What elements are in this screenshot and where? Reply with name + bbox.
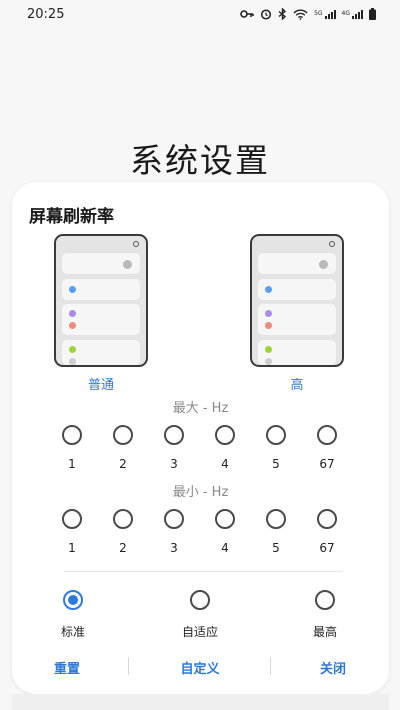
signal-5g-icon: 5G <box>314 9 336 19</box>
min-hz-label: 最小 - Hz <box>172 485 229 500</box>
footer-separator <box>128 657 129 675</box>
wifi-icon <box>293 9 308 20</box>
preview-card <box>62 340 140 365</box>
max-rate-radio-5[interactable] <box>266 425 286 445</box>
alarm-icon <box>261 9 272 20</box>
status-bar: 20:25 5G 4G <box>0 0 400 28</box>
max-rate-label: 67 <box>319 457 335 471</box>
preview-card <box>258 253 336 274</box>
preview-card <box>62 304 140 335</box>
max-rate-label: 2 <box>119 457 127 471</box>
preview-search-icon <box>329 241 335 247</box>
min-rate-radio-1[interactable] <box>62 509 82 529</box>
net-4g-label: 4G <box>341 9 350 17</box>
preview-card <box>258 279 336 300</box>
max-rate-label: 3 <box>170 457 178 471</box>
status-icons: 5G 4G <box>240 8 376 20</box>
min-rate-label: 67 <box>319 541 335 555</box>
preset-standard-label: 标准 <box>60 625 85 639</box>
custom-button[interactable]: 自定义 <box>155 658 245 677</box>
net-5g-label: 5G <box>314 9 323 17</box>
background-panel-edge <box>12 694 389 710</box>
signal-4g-icon: 4G <box>341 9 363 19</box>
battery-icon <box>369 8 376 20</box>
preview-card <box>62 279 140 300</box>
reset-button[interactable]: 重置 <box>22 658 112 677</box>
preview-search-icon <box>133 241 139 247</box>
max-rate-radio-3[interactable] <box>164 425 184 445</box>
min-rate-radio-2[interactable] <box>113 509 133 529</box>
preset-adaptive-label: 自适应 <box>181 625 218 639</box>
preview-card <box>258 340 336 365</box>
high-mode-preview[interactable] <box>250 234 344 367</box>
min-rate-radio-4[interactable] <box>215 509 235 529</box>
min-rate-radio-5[interactable] <box>266 509 286 529</box>
max-rate-radio-67[interactable] <box>317 425 337 445</box>
key-icon <box>240 10 254 18</box>
refresh-rate-dialog: 屏幕刷新率 普通 高 最大 - Hz 1 2 3 4 5 67 最小 - Hz … <box>12 182 389 694</box>
min-rate-radio-67[interactable] <box>317 509 337 529</box>
status-time: 20:25 <box>27 6 65 22</box>
preset-highest-label: 最高 <box>312 625 337 639</box>
normal-mode-preview[interactable] <box>54 234 148 367</box>
min-rate-label: 3 <box>170 541 178 555</box>
max-rate-radio-2[interactable] <box>113 425 133 445</box>
max-rate-label: 1 <box>68 457 76 471</box>
min-rate-label: 5 <box>272 541 280 555</box>
max-hz-label: 最大 - Hz <box>172 401 229 416</box>
min-rate-label: 4 <box>221 541 229 555</box>
bluetooth-icon <box>278 8 287 20</box>
high-mode-label[interactable]: 高 <box>250 374 344 393</box>
normal-mode-label[interactable]: 普通 <box>54 374 148 393</box>
max-rate-label: 4 <box>221 457 229 471</box>
preset-highest-radio[interactable] <box>315 590 335 610</box>
min-rate-label: 1 <box>68 541 76 555</box>
min-rate-label: 2 <box>119 541 127 555</box>
preset-standard-radio[interactable] <box>63 590 83 610</box>
preview-card <box>258 304 336 335</box>
close-button[interactable]: 关闭 <box>288 658 378 677</box>
preview-card <box>62 253 140 274</box>
divider <box>64 571 342 572</box>
min-rate-radio-3[interactable] <box>164 509 184 529</box>
dialog-title: 屏幕刷新率 <box>29 207 114 227</box>
preset-adaptive-radio[interactable] <box>190 590 210 610</box>
max-rate-label: 5 <box>272 457 280 471</box>
page-title: 系统设置 <box>130 141 270 180</box>
footer-separator <box>270 657 271 675</box>
max-rate-radio-1[interactable] <box>62 425 82 445</box>
max-rate-radio-4[interactable] <box>215 425 235 445</box>
